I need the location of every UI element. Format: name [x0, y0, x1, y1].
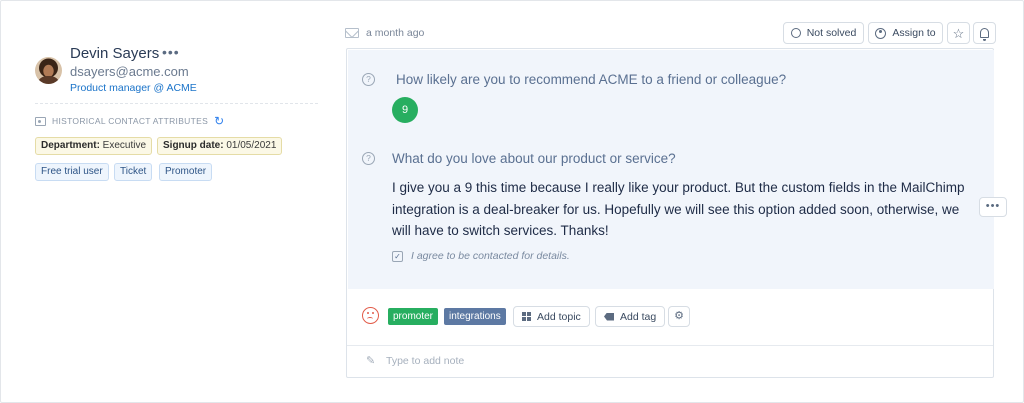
- refresh-icon[interactable]: ↻: [214, 115, 224, 127]
- star-icon: ☆: [952, 25, 965, 41]
- consent-text: I agree to be contacted for details.: [411, 250, 570, 262]
- question-nps: How likely are you to recommend ACME to …: [396, 72, 787, 87]
- attribute-department: Department: Executive: [35, 137, 153, 155]
- question-open-ended: What do you love about our product or se…: [392, 151, 676, 166]
- historical-attributes-header: HISTORICAL CONTACT ATTRIBUTES ↻: [35, 114, 224, 128]
- contact-name: Devin Sayers: [70, 45, 160, 62]
- attribute-key: Department:: [41, 140, 100, 151]
- assign-label: Assign to: [892, 27, 936, 39]
- divider: [35, 103, 318, 104]
- envelope-icon: [345, 28, 359, 38]
- topic-tag-integrations[interactable]: integrations: [444, 308, 506, 325]
- circle-icon: [790, 28, 801, 38]
- nps-score-badge: 9: [392, 97, 418, 123]
- question-icon: ?: [362, 152, 375, 165]
- avatar[interactable]: [35, 57, 62, 84]
- more-options-icon[interactable]: •••: [162, 44, 180, 60]
- contact-tag-ticket[interactable]: Ticket: [114, 163, 153, 181]
- notification-button[interactable]: [973, 22, 996, 44]
- add-tag-button[interactable]: Add tag: [595, 306, 666, 327]
- open-ended-answer: I give you a 9 this time because I reall…: [392, 180, 965, 238]
- historical-attributes-label: HISTORICAL CONTACT ATTRIBUTES: [52, 116, 209, 126]
- pencil-icon: ✎: [366, 355, 376, 367]
- gear-icon: ⚙: [674, 310, 684, 322]
- status-button[interactable]: Not solved: [783, 22, 864, 44]
- add-tag-label: Add tag: [620, 310, 657, 323]
- topic-tag-promoter[interactable]: promoter: [388, 308, 439, 325]
- attribute-signup-date: Signup date: 01/05/2021: [157, 137, 283, 155]
- add-topic-label: Add topic: [537, 310, 581, 323]
- response-timestamp: a month ago: [366, 27, 425, 39]
- settings-button[interactable]: ⚙: [668, 306, 690, 327]
- checkbox-checked-icon: ✓: [392, 250, 403, 262]
- attribute-value: Executive: [99, 140, 147, 151]
- contact-card-icon: [35, 116, 46, 126]
- sad-face-icon: [362, 307, 379, 324]
- answer-more-options-button[interactable]: •••: [979, 197, 1007, 217]
- question-icon: ?: [362, 73, 375, 86]
- assign-button[interactable]: Assign to: [868, 22, 943, 44]
- contact-role[interactable]: Product manager @ ACME: [70, 82, 197, 94]
- status-label: Not solved: [806, 27, 857, 39]
- contact-tag-free-trial-user[interactable]: Free trial user: [35, 163, 109, 181]
- attribute-value: 01/05/2021: [223, 140, 277, 151]
- add-topic-button[interactable]: Add topic: [513, 306, 590, 327]
- user-icon: [875, 27, 887, 39]
- contact-email: dsayers@acme.com: [70, 64, 189, 79]
- bell-icon: [980, 28, 989, 41]
- attribute-key: Signup date:: [163, 140, 224, 151]
- consent-row: ✓ I agree to be contacted for details.: [392, 250, 570, 262]
- grid-icon: [522, 312, 531, 321]
- tag-icon: [604, 312, 614, 321]
- star-button[interactable]: ☆: [947, 22, 970, 44]
- contact-tag-promoter[interactable]: Promoter: [159, 163, 213, 181]
- note-input[interactable]: [386, 353, 976, 369]
